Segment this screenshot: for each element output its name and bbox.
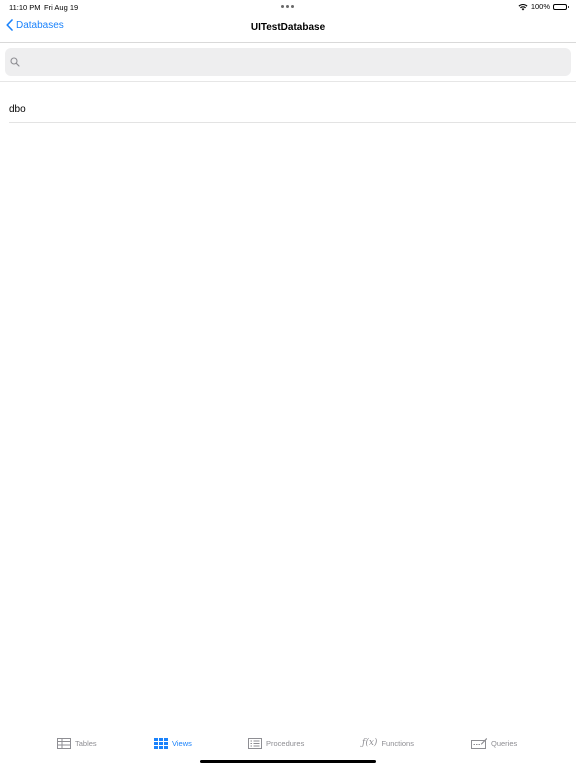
tab-functions[interactable]: ƒ(x) Functions: [362, 738, 414, 748]
tab-procedures[interactable]: Procedures: [248, 738, 304, 749]
search-area: [0, 43, 576, 82]
wifi-icon: [518, 3, 528, 11]
battery-icon: [553, 3, 569, 10]
tab-functions-label: Functions: [381, 738, 414, 748]
schema-list: dbo: [0, 96, 576, 123]
tab-views-label: Views: [172, 739, 192, 748]
list-item-dbo[interactable]: dbo: [9, 96, 576, 123]
grid-icon: [154, 738, 168, 749]
search-field[interactable]: [5, 48, 571, 76]
table-icon: [57, 738, 71, 749]
procedure-icon: [248, 738, 262, 749]
tab-queries-label: Queries: [491, 739, 518, 748]
search-icon: [10, 57, 20, 67]
tab-bar: Tables Views Procedures ƒ(x) Functions Q…: [0, 734, 576, 758]
status-time: 11:10 PM: [9, 3, 41, 12]
list-item-label: dbo: [9, 103, 26, 115]
tab-views[interactable]: Views: [154, 738, 192, 749]
screen: 11:10 PM Fri Aug 19 100% Databases UITes…: [0, 0, 576, 768]
tab-tables[interactable]: Tables: [57, 738, 97, 749]
query-icon: [471, 738, 487, 749]
status-indicators: 100%: [518, 2, 569, 11]
multitasking-dots-icon[interactable]: [281, 5, 294, 8]
status-date: Fri Aug 19: [44, 3, 79, 12]
status-bar: 11:10 PM Fri Aug 19 100%: [0, 0, 576, 14]
tab-tables-label: Tables: [75, 739, 97, 748]
tab-procedures-label: Procedures: [266, 739, 305, 748]
search-input[interactable]: [24, 55, 571, 69]
navigation-bar: Databases UITestDatabase: [0, 14, 576, 43]
page-title: UITestDatabase: [250, 22, 326, 33]
tab-queries[interactable]: Queries: [471, 738, 517, 749]
function-icon: ƒ(x): [362, 738, 378, 748]
battery-percentage: 100%: [530, 2, 550, 11]
home-indicator[interactable]: [200, 760, 376, 763]
